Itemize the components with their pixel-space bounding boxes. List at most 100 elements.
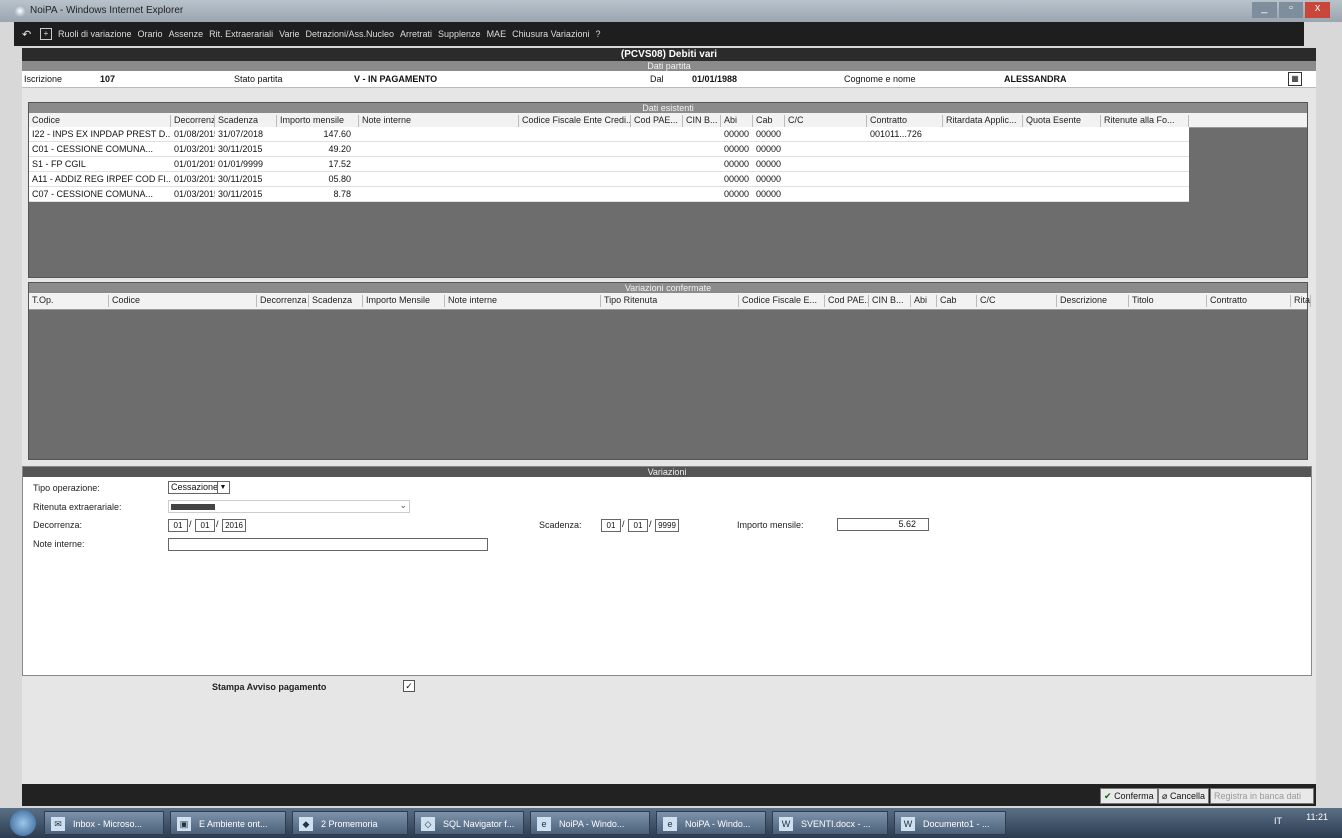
column-header[interactable]: C/C <box>785 115 867 127</box>
column-header[interactable]: Note interne <box>359 115 519 127</box>
window-title: NoiPA - Windows Internet Explorer <box>30 5 184 16</box>
stampa-label: Stampa Avviso pagamento <box>212 682 327 692</box>
column-header[interactable]: CIN B... <box>869 295 911 307</box>
stampa-checkbox[interactable]: ✓ <box>403 680 415 692</box>
menu-item[interactable]: MAE <box>487 29 507 39</box>
column-header[interactable]: Scadenza <box>215 115 277 127</box>
esistenti-column-headers: CodiceDecorrenzaScadenzaImporto mensileN… <box>29 113 1307 128</box>
table-cell: 30/11/2015 <box>218 189 263 199</box>
column-header[interactable]: Contratto <box>1207 295 1291 307</box>
column-header[interactable]: Decorrenza <box>171 115 215 127</box>
dal-label: Dal <box>650 74 664 84</box>
column-header[interactable]: Codice <box>109 295 257 307</box>
table-cell: 00000 <box>724 189 750 199</box>
table-cell: 8.78 <box>333 189 351 199</box>
menu-item[interactable]: Varie <box>279 29 299 39</box>
column-header[interactable]: CIN B... <box>683 115 721 127</box>
column-header[interactable]: Contratto <box>867 115 943 127</box>
chevron-down-icon[interactable]: ⌄ <box>399 500 407 511</box>
table-cell: 01/03/2015 <box>174 189 215 199</box>
column-header[interactable]: C/C <box>977 295 1057 307</box>
column-header[interactable]: Codice Fiscale E... <box>739 295 825 307</box>
importo-input[interactable]: 5.62 <box>837 518 929 531</box>
table-cell: C01 - CESSIONE COMUNA... <box>32 144 154 154</box>
table-cell: 30/11/2015 <box>218 144 263 154</box>
maximize-button[interactable]: ▫ <box>1278 2 1304 18</box>
column-header[interactable]: Cab <box>753 115 785 127</box>
column-header[interactable]: Descrizione <box>1057 295 1129 307</box>
page-title: (PCVS08) Debiti vari <box>22 48 1316 61</box>
table-cell: 00000 <box>756 189 782 199</box>
minimize-button[interactable]: _ <box>1252 2 1277 18</box>
column-header[interactable]: Note interne <box>445 295 601 307</box>
column-header[interactable]: Cod PAE... <box>631 115 683 127</box>
column-header[interactable]: Cod PAE... <box>825 295 869 307</box>
column-header[interactable]: Codice <box>29 115 171 127</box>
tipo-operazione-select[interactable]: Cessazione ▼ <box>168 481 230 494</box>
taskbar-item[interactable]: ✉ Inbox - Microso... <box>44 811 164 835</box>
menu-item[interactable]: Supplenze <box>438 29 481 39</box>
menu-item[interactable]: Rit. Extraerariali <box>209 29 273 39</box>
scadenza-year-input[interactable]: 9999 <box>655 519 679 532</box>
column-header[interactable]: Codice Fiscale Ente Credi... <box>519 115 631 127</box>
cancel-button[interactable]: ⌀ Cancella <box>1158 788 1209 804</box>
column-header[interactable]: Abi <box>911 295 937 307</box>
tipo-operazione-value: Cessazione <box>171 482 219 492</box>
column-header[interactable]: Ritenute alla Fo... <box>1101 115 1189 127</box>
ritenuta-select[interactable]: ⌄ <box>168 500 410 513</box>
table-cell: 147.60 <box>323 129 351 139</box>
app-icon: e <box>663 817 677 831</box>
table-row[interactable]: C01 - CESSIONE COMUNA... 01/03/2015 30/11/… <box>29 142 1189 157</box>
taskbar-item[interactable]: W Documento1 - ... <box>894 811 1006 835</box>
table-row[interactable]: A11 - ADDIZ REG IRPEF COD FI... 01/03/201… <box>29 172 1189 187</box>
column-header[interactable]: Scadenza <box>309 295 363 307</box>
taskbar-item[interactable]: ▣ E Ambiente ont... <box>170 811 286 835</box>
column-header[interactable]: Importo mensile <box>277 115 359 127</box>
confirm-button[interactable]: ✔ Conferma <box>1100 788 1158 804</box>
decorrenza-year-input[interactable]: 2016 <box>222 519 246 532</box>
taskbar-item[interactable]: e NoiPA - Windo... <box>656 811 766 835</box>
taskbar-item[interactable]: ◆ 2 Promemoria <box>292 811 408 835</box>
register-button[interactable]: Registra in banca dati <box>1210 788 1314 804</box>
menu-item[interactable]: ? <box>595 29 600 39</box>
menu-item[interactable]: Detrazioni/Ass.Nucleo <box>305 29 394 39</box>
column-header[interactable]: Tipo Ritenuta <box>601 295 739 307</box>
iscrizione-value: 107 <box>100 74 116 84</box>
expand-menu-icon[interactable]: + <box>40 28 52 40</box>
table-row[interactable]: C07 - CESSIONE COMUNA... 01/03/2015 30/11/… <box>29 187 1189 202</box>
table-row[interactable]: I22 - INPS EX INPDAP PREST D... 01/08/201… <box>29 127 1189 142</box>
note-input[interactable] <box>168 538 488 551</box>
calendar-icon[interactable]: ▦ <box>1288 72 1302 86</box>
menu-item[interactable]: Orario <box>138 29 163 39</box>
column-header[interactable]: Quota Esente <box>1023 115 1101 127</box>
column-header[interactable]: Cab <box>937 295 977 307</box>
menu-item[interactable]: Arretrati <box>400 29 432 39</box>
column-header[interactable]: Titolo <box>1129 295 1207 307</box>
taskbar-item[interactable]: ◇ SQL Navigator f... <box>414 811 524 835</box>
column-header[interactable]: Importo Mensile <box>363 295 445 307</box>
column-header[interactable]: Abi <box>721 115 753 127</box>
table-cell: 17.52 <box>328 159 351 169</box>
app-icon: ▣ <box>177 817 191 831</box>
dati-esistenti-grid: Dati esistenti CodiceDecorrenzaScadenzaI… <box>28 102 1308 278</box>
back-nav-icon[interactable]: ↶ <box>22 28 31 41</box>
column-header[interactable]: Ritardata Applic... <box>943 115 1023 127</box>
column-header[interactable]: Rita <box>1291 295 1311 307</box>
scadenza-day-input[interactable]: 01 <box>601 519 621 532</box>
column-header[interactable]: Decorrenza <box>257 295 309 307</box>
table-cell: 00000 <box>756 129 782 139</box>
decorrenza-day-input[interactable]: 01 <box>168 519 188 532</box>
taskbar-item[interactable]: e NoiPA - Windo... <box>530 811 650 835</box>
menu-item[interactable]: Ruoli di variazione <box>58 29 132 39</box>
taskbar-item[interactable]: W SVENTI.docx - ... <box>772 811 888 835</box>
table-row[interactable]: S1 - FP CGIL 01/01/2015 01/01/9999 17.52 000… <box>29 157 1189 172</box>
start-button[interactable] <box>10 810 36 836</box>
close-button[interactable]: x <box>1305 2 1331 18</box>
menu-item[interactable]: Assenze <box>169 29 204 39</box>
tray-language[interactable]: IT <box>1274 816 1282 826</box>
chevron-down-icon[interactable]: ▼ <box>217 482 228 493</box>
decorrenza-month-input[interactable]: 01 <box>195 519 215 532</box>
scadenza-month-input[interactable]: 01 <box>628 519 648 532</box>
menu-item[interactable]: Chiusura Variazioni <box>512 29 589 39</box>
column-header[interactable]: T.Op. <box>29 295 109 307</box>
